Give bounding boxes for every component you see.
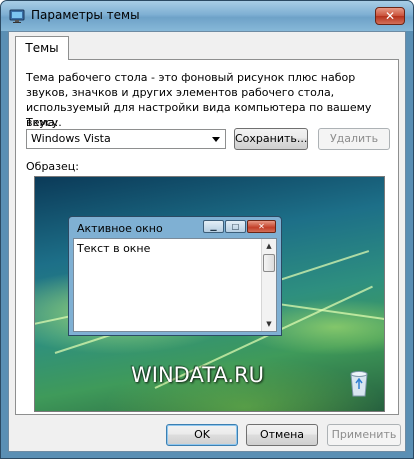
- preview-window-client: Текст в окне ▲ ▼: [73, 238, 277, 332]
- dropdown-arrow-icon: [212, 137, 220, 142]
- close-button[interactable]: ✕: [375, 7, 405, 25]
- delete-theme-button[interactable]: Удалить: [318, 128, 390, 150]
- close-icon: ✕: [384, 9, 396, 23]
- preview-window-text: Текст в окне: [77, 242, 151, 255]
- scroll-up-icon: ▲: [266, 242, 272, 250]
- scroll-thumb: [263, 254, 275, 272]
- theme-select-value: Windows Vista: [31, 132, 111, 145]
- maximize-icon: □: [225, 220, 246, 233]
- minimize-icon: ▁: [203, 220, 224, 233]
- theme-select[interactable]: Windows Vista: [26, 129, 226, 149]
- window-title: Параметры темы: [31, 8, 140, 22]
- watermark: WINDATA.RU: [131, 363, 265, 387]
- close-icon: ✕: [247, 220, 276, 233]
- title-bar[interactable]: Параметры темы ✕: [1, 1, 413, 31]
- ok-button[interactable]: OK: [166, 424, 238, 446]
- preview-scrollbar: ▲ ▼: [261, 239, 276, 331]
- sample-label: Образец:: [26, 160, 79, 173]
- apply-button[interactable]: Применить: [327, 424, 401, 446]
- theme-description: Тема рабочего стола - это фоновый рисуно…: [26, 71, 372, 129]
- preview-window-title: Активное окно: [77, 222, 163, 235]
- preview-active-window: Активное окно ▁ □ ✕ Текст в окне ▲ ▼: [68, 216, 282, 336]
- scroll-down-icon: ▼: [266, 320, 272, 328]
- recycle-bin-icon: [350, 371, 368, 397]
- tab-themes[interactable]: Темы: [15, 36, 69, 60]
- cancel-button[interactable]: Отмена: [246, 424, 318, 446]
- themes-tab-panel: Тема рабочего стола - это фоновый рисуно…: [15, 59, 399, 415]
- dialog-client-area: Темы Тема рабочего стола - это фоновый р…: [8, 31, 406, 452]
- theme-settings-window: Параметры темы ✕ Темы Тема рабочего стол…: [0, 0, 414, 459]
- theme-label: Тема:: [26, 116, 59, 129]
- display-settings-icon: [9, 9, 25, 23]
- save-theme-button[interactable]: Сохранить...: [234, 128, 308, 150]
- preview-caption-buttons: ▁ □ ✕: [203, 220, 276, 233]
- theme-preview: Активное окно ▁ □ ✕ Текст в окне ▲ ▼ WIN…: [34, 176, 385, 412]
